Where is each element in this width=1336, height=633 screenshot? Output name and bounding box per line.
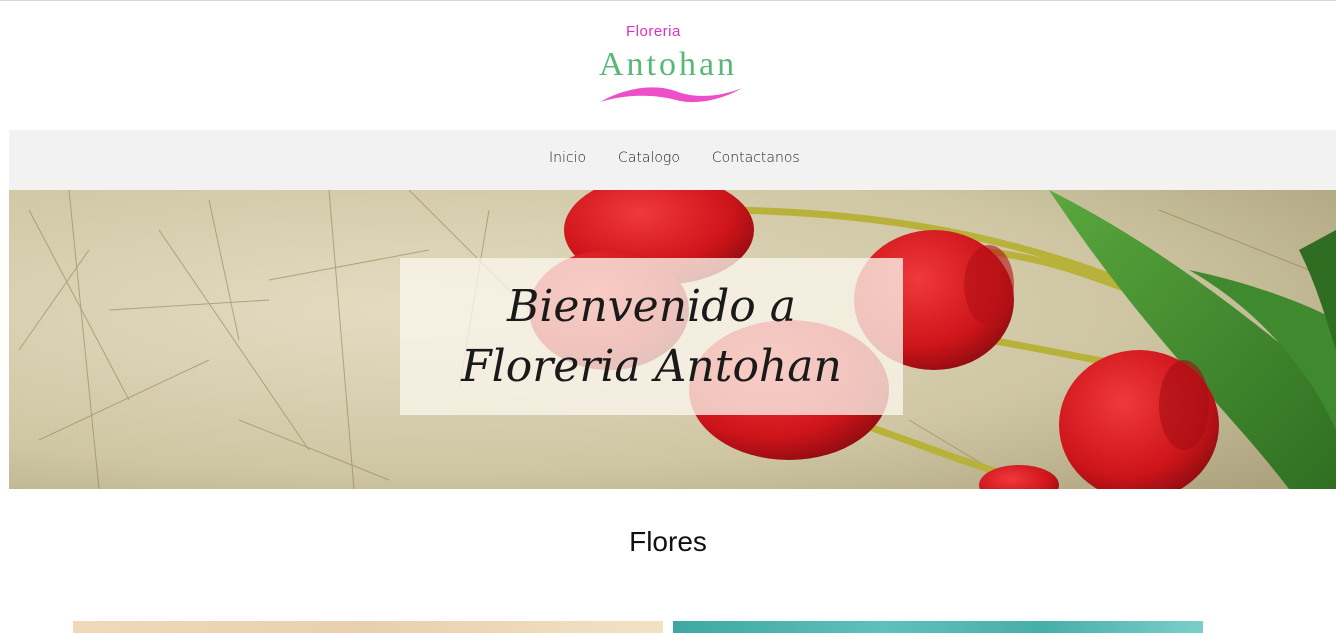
product-card-image[interactable] xyxy=(673,621,1203,633)
hero-title: Bienvenido a Floreria Antohan xyxy=(461,280,842,392)
top-divider xyxy=(0,0,1336,1)
logo-small-text: Floreria xyxy=(626,23,681,40)
nav-items: Inicio Catalogo Contactanos xyxy=(549,150,800,166)
logo-swoosh-icon xyxy=(600,87,742,103)
main-nav: Inicio Catalogo Contactanos xyxy=(9,130,1336,190)
nav-item-contactanos[interactable]: Contactanos xyxy=(712,150,800,166)
site-logo[interactable]: Floreria Antohan xyxy=(590,20,760,110)
hero-title-box: Bienvenido a Floreria Antohan xyxy=(400,258,903,415)
section-title: Flores xyxy=(629,526,707,557)
page: Floreria Antohan Inicio Catalogo Contact… xyxy=(0,0,1336,633)
product-card-image[interactable] xyxy=(73,621,663,633)
logo-big-text: Antohan xyxy=(599,46,738,83)
nav-item-inicio[interactable]: Inicio xyxy=(549,150,586,166)
nav-item-catalogo[interactable]: Catalogo xyxy=(618,150,680,166)
hero-banner: Bienvenido a Floreria Antohan xyxy=(9,190,1336,489)
